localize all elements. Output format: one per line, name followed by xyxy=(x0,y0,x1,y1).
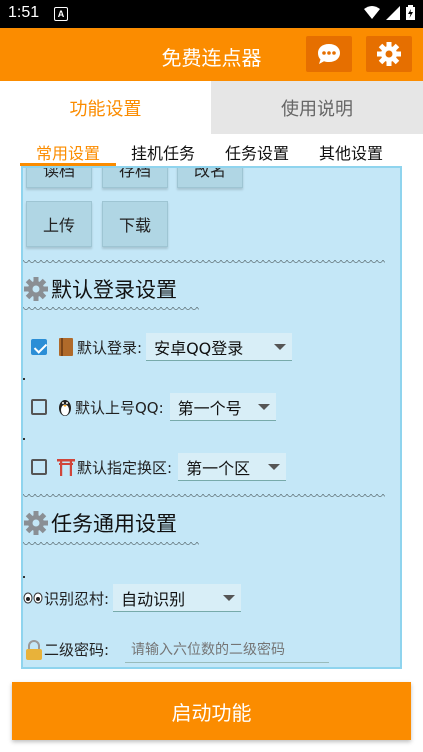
status-bar: 1:51 A xyxy=(0,0,423,28)
rename-button[interactable]: 改名 xyxy=(177,168,243,188)
save-button[interactable]: 存档 xyxy=(102,168,168,188)
password-label: 二级密码: xyxy=(44,641,110,659)
default-zone-checkbox[interactable] xyxy=(31,459,47,475)
default-account-select[interactable]: 第一个号 xyxy=(169,393,276,421)
section-task-title: 任务通用设置 xyxy=(51,512,177,536)
lock-icon xyxy=(26,639,42,660)
divider xyxy=(23,307,199,313)
section-login-title: 默认登录设置 xyxy=(51,278,177,302)
sub-tabs: 常用设置 挂机任务 任务设置 其他设置 xyxy=(0,134,423,166)
default-zone-value: 第一个区 xyxy=(186,458,251,478)
settings-button[interactable] xyxy=(366,36,412,72)
default-login-value: 安卓QQ登录 xyxy=(154,338,244,358)
tab-instructions[interactable]: 使用说明 xyxy=(211,81,423,134)
chevron-down-icon xyxy=(223,594,236,601)
main-tabs: 功能设置 使用说明 xyxy=(0,81,423,134)
password-row: 二级密码: xyxy=(25,639,109,660)
chevron-down-icon xyxy=(257,403,270,410)
gear-icon xyxy=(24,277,48,301)
section-login-header: 默认登录设置 xyxy=(23,274,177,304)
chat-bubble-icon xyxy=(318,44,340,64)
default-zone-row: 默认指定换区: 第一个区 xyxy=(31,453,287,481)
subtab-other-settings[interactable]: 其他设置 xyxy=(304,134,398,166)
default-zone-label: 默认指定换区: xyxy=(77,458,173,477)
app-bar: 免费连点器 xyxy=(0,28,423,81)
torii-gate-icon xyxy=(57,459,75,476)
dot-marker xyxy=(23,378,25,380)
subtab-idle-tasks[interactable]: 挂机任务 xyxy=(116,134,210,166)
app-title: 免费连点器 xyxy=(161,46,262,70)
divider xyxy=(23,542,199,548)
subtab-task-settings[interactable]: 任务设置 xyxy=(210,134,304,166)
eyes-icon xyxy=(23,592,43,604)
village-label: 识别忍村: xyxy=(44,589,110,608)
default-account-label: 默认上号QQ: xyxy=(75,398,164,417)
status-icons xyxy=(364,5,415,20)
default-account-row: 默认上号QQ: 第一个号 xyxy=(31,393,276,421)
default-login-label: 默认登录: xyxy=(77,338,143,357)
section-task-header: 任务通用设置 xyxy=(23,508,177,538)
dot-marker xyxy=(23,438,25,440)
wifi-icon xyxy=(364,5,380,19)
default-login-row: 默认登录: 安卓QQ登录 xyxy=(31,333,293,361)
start-function-button[interactable]: 启动功能 xyxy=(12,682,411,740)
default-login-select[interactable]: 安卓QQ登录 xyxy=(146,333,293,361)
tab-function-settings[interactable]: 功能设置 xyxy=(0,81,211,134)
village-select[interactable]: 自动识别 xyxy=(113,584,242,612)
default-login-checkbox[interactable] xyxy=(31,339,47,355)
chevron-down-icon xyxy=(274,343,287,350)
dot-marker xyxy=(23,576,25,578)
village-value: 自动识别 xyxy=(121,589,186,609)
notification-icon: A xyxy=(54,7,68,21)
village-row: 识别忍村: 自动识别 xyxy=(23,584,242,612)
status-time: 1:51 xyxy=(8,4,40,21)
divider xyxy=(23,260,385,266)
gear-icon xyxy=(377,42,401,66)
book-icon xyxy=(59,338,73,356)
chat-button[interactable] xyxy=(306,36,352,72)
battery-icon xyxy=(406,5,415,20)
upload-button[interactable]: 上传 xyxy=(26,201,92,247)
password-input[interactable] xyxy=(125,635,329,663)
gear-icon xyxy=(24,511,48,535)
download-button[interactable]: 下载 xyxy=(102,201,168,247)
penguin-icon xyxy=(59,400,71,416)
chevron-down-icon xyxy=(268,463,281,470)
subtab-common-settings[interactable]: 常用设置 xyxy=(20,134,117,166)
default-account-value: 第一个号 xyxy=(177,398,242,418)
settings-panel[interactable]: 读档 存档 改名 上传 下载 默认登录设置 默认登录: 安卓QQ登录 默认上号Q… xyxy=(21,166,402,669)
default-zone-select[interactable]: 第一个区 xyxy=(178,453,287,481)
default-account-checkbox[interactable] xyxy=(31,399,47,415)
signal-icon xyxy=(386,5,400,20)
read-save-button[interactable]: 读档 xyxy=(26,168,92,188)
divider xyxy=(23,494,385,500)
